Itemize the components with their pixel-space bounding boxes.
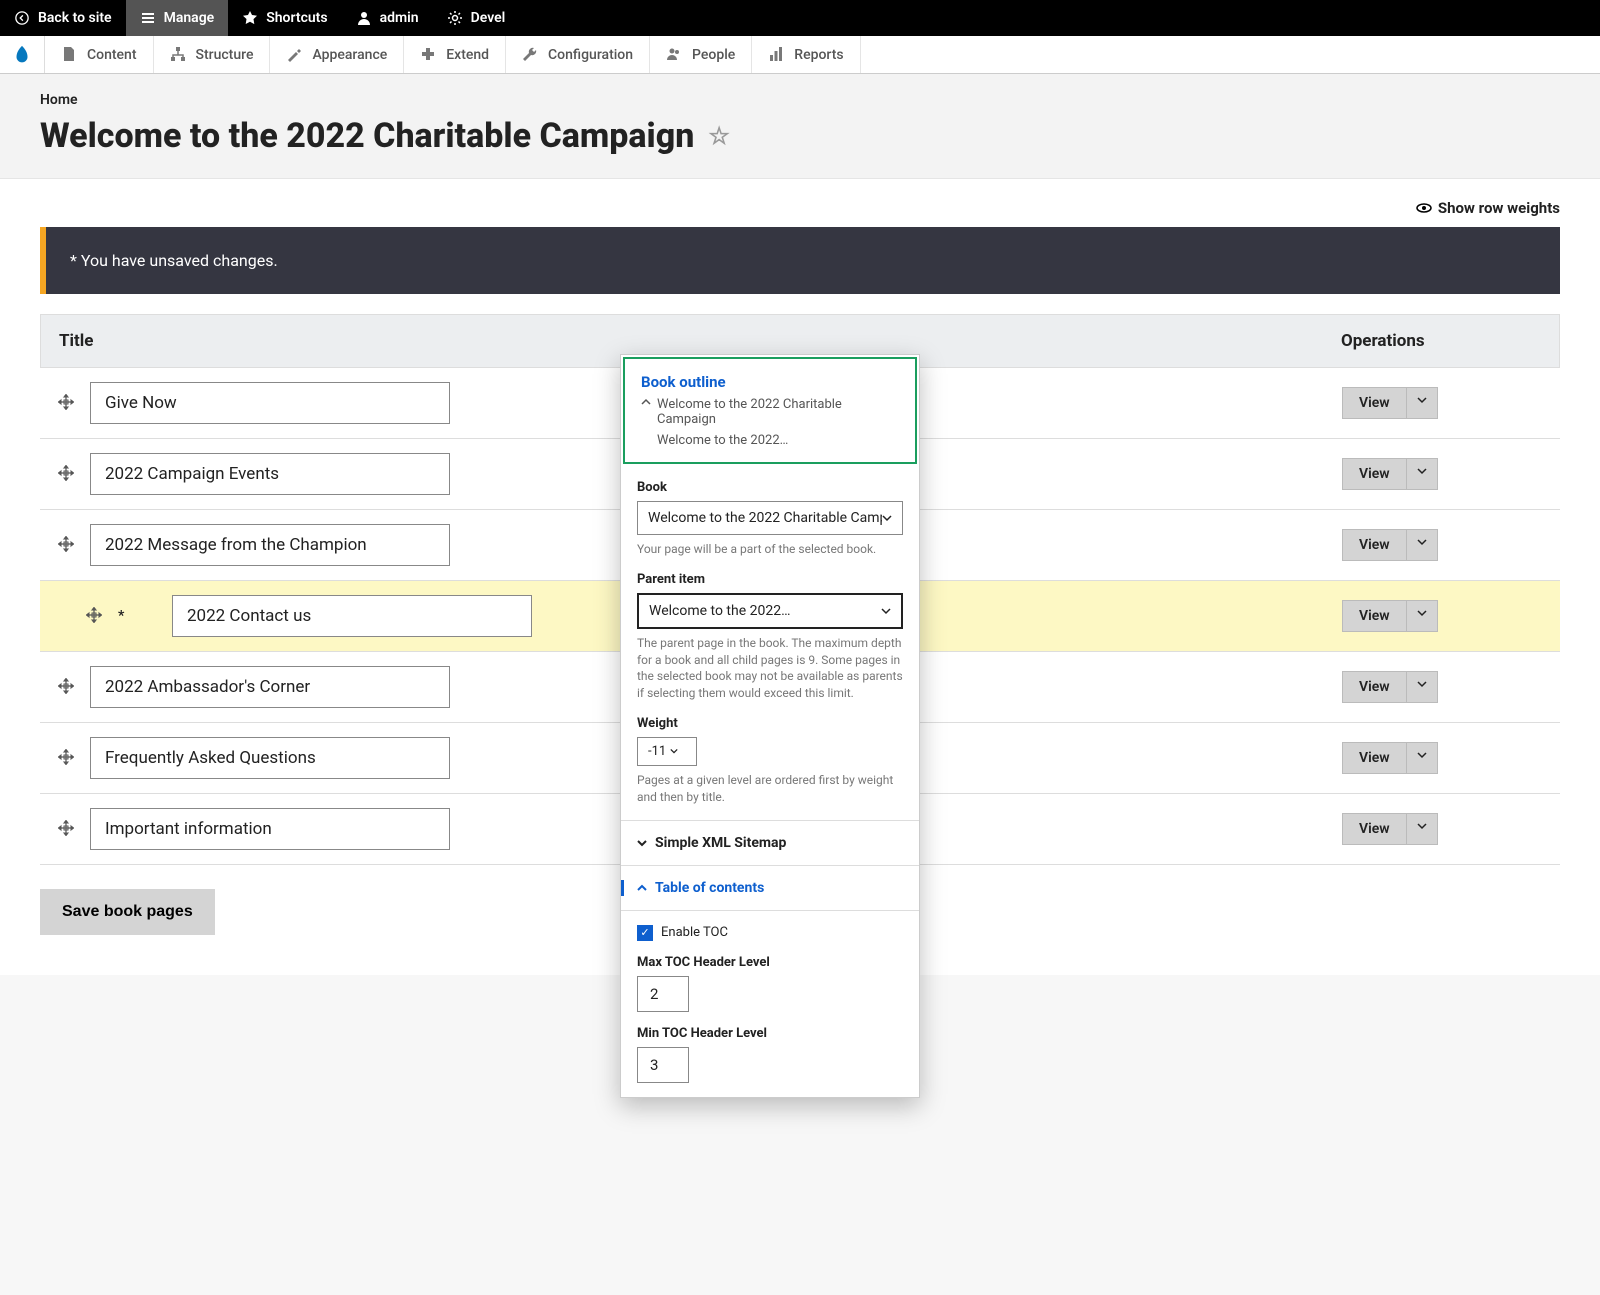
- min-toc-label: Min TOC Header Level: [637, 1026, 903, 1041]
- devel-link[interactable]: Devel: [433, 0, 520, 36]
- show-row-weights-toggle[interactable]: Show row weights: [40, 199, 1560, 217]
- chevron-down-icon: [670, 747, 678, 755]
- chevron-down-icon[interactable]: [1407, 814, 1437, 844]
- view-button[interactable]: View: [1342, 600, 1438, 632]
- chevron-up-icon: [641, 397, 651, 407]
- breadcrumb[interactable]: Home: [40, 92, 1560, 108]
- book-outline-title: Book outline: [641, 373, 899, 391]
- xml-sitemap-section[interactable]: Simple XML Sitemap: [637, 835, 903, 851]
- admin-content-link[interactable]: Content: [45, 36, 154, 73]
- row-title-input[interactable]: Give Now: [90, 382, 450, 424]
- settings-panel: Book outline Welcome to the 2022 Charita…: [620, 354, 920, 1098]
- back-label: Back to site: [38, 10, 112, 26]
- drag-handle-icon[interactable]: [58, 536, 76, 554]
- wrench-icon: [522, 46, 540, 64]
- user-link[interactable]: admin: [342, 0, 433, 36]
- chevron-down-icon[interactable]: [1407, 672, 1437, 702]
- max-toc-input[interactable]: 2: [637, 976, 689, 1012]
- row-title-input[interactable]: 2022 Campaign Events: [90, 453, 450, 495]
- manage-link[interactable]: Manage: [126, 0, 229, 36]
- view-button[interactable]: View: [1342, 387, 1438, 419]
- chevron-down-icon[interactable]: [1407, 388, 1437, 418]
- admin-reports-link[interactable]: Reports: [752, 36, 860, 73]
- manage-label: Manage: [164, 10, 215, 26]
- admin-structure-link[interactable]: Structure: [154, 36, 271, 73]
- view-button[interactable]: View: [1342, 529, 1438, 561]
- min-toc-input[interactable]: 3: [637, 1047, 689, 1083]
- admin-people-link[interactable]: People: [650, 36, 752, 73]
- extend-icon: [420, 46, 438, 64]
- devel-label: Devel: [471, 10, 506, 26]
- user-label: admin: [380, 10, 419, 26]
- row-title-input[interactable]: 2022 Ambassador's Corner: [90, 666, 450, 708]
- chevron-down-icon: [881, 606, 891, 616]
- row-title-input[interactable]: Important information: [90, 808, 450, 850]
- toc-section-header[interactable]: Table of contents: [621, 880, 903, 896]
- book-select[interactable]: Welcome to the 2022 Charitable Camp: [637, 501, 903, 535]
- parent-help-text: The parent page in the book. The maximum…: [637, 635, 903, 702]
- chevron-down-icon: [637, 838, 647, 848]
- drag-handle-icon[interactable]: [58, 820, 76, 838]
- chevron-down-icon: [882, 513, 892, 523]
- weight-select[interactable]: -11: [637, 737, 697, 766]
- drag-handle-icon[interactable]: [58, 678, 76, 696]
- parent-select[interactable]: Welcome to the 2022…: [637, 593, 903, 629]
- file-icon: [61, 46, 79, 64]
- chevron-down-icon[interactable]: [1407, 601, 1437, 631]
- save-book-pages-button[interactable]: Save book pages: [40, 889, 215, 935]
- drag-handle-icon[interactable]: [58, 394, 76, 412]
- user-icon: [356, 10, 372, 26]
- max-toc-label: Max TOC Header Level: [637, 955, 903, 970]
- row-title-input[interactable]: 2022 Message from the Champion: [90, 524, 450, 566]
- title-column-header: Title: [59, 331, 1341, 351]
- drupal-logo[interactable]: [0, 36, 45, 73]
- row-title-input[interactable]: 2022 Contact us: [172, 595, 532, 637]
- view-button[interactable]: View: [1342, 458, 1438, 490]
- book-select-label: Book: [637, 480, 903, 495]
- view-button[interactable]: View: [1342, 671, 1438, 703]
- modified-indicator: *: [118, 608, 128, 624]
- star-icon: [242, 10, 258, 26]
- chevron-down-icon[interactable]: [1407, 530, 1437, 560]
- appearance-icon: [286, 46, 304, 64]
- shortcuts-label: Shortcuts: [266, 10, 327, 26]
- favorite-star-icon[interactable]: ☆: [708, 122, 730, 150]
- admin-configuration-link[interactable]: Configuration: [506, 36, 650, 73]
- chevron-up-icon: [637, 883, 647, 893]
- page-title: Welcome to the 2022 Charitable Campaign: [40, 116, 694, 156]
- admin-appearance-link[interactable]: Appearance: [270, 36, 404, 73]
- gear-icon: [447, 10, 463, 26]
- back-to-site-link[interactable]: Back to site: [0, 0, 126, 36]
- book-help-text: Your page will be a part of the selected…: [637, 541, 903, 558]
- drag-handle-icon[interactable]: [86, 607, 104, 625]
- view-button[interactable]: View: [1342, 813, 1438, 845]
- row-title-input[interactable]: Frequently Asked Questions: [90, 737, 450, 779]
- parent-select-label: Parent item: [637, 572, 903, 587]
- drag-handle-icon[interactable]: [58, 749, 76, 767]
- weight-help-text: Pages at a given level are ordered first…: [637, 772, 903, 806]
- admin-extend-link[interactable]: Extend: [404, 36, 506, 73]
- enable-toc-label: Enable TOC: [661, 925, 728, 940]
- people-icon: [666, 46, 684, 64]
- shortcuts-link[interactable]: Shortcuts: [228, 0, 341, 36]
- drag-handle-icon[interactable]: [58, 465, 76, 483]
- reports-icon: [768, 46, 786, 64]
- view-button[interactable]: View: [1342, 742, 1438, 774]
- operations-column-header: Operations: [1341, 331, 1541, 351]
- chevron-down-icon[interactable]: [1407, 459, 1437, 489]
- structure-icon: [170, 46, 188, 64]
- chevron-down-icon[interactable]: [1407, 743, 1437, 773]
- weight-label: Weight: [637, 716, 903, 731]
- book-outline-section[interactable]: Book outline Welcome to the 2022 Charita…: [623, 357, 917, 464]
- menu-icon: [140, 10, 156, 26]
- back-icon: [14, 10, 30, 26]
- unsaved-changes-warning: * You have unsaved changes.: [40, 227, 1560, 294]
- enable-toc-checkbox[interactable]: ✓: [637, 925, 653, 941]
